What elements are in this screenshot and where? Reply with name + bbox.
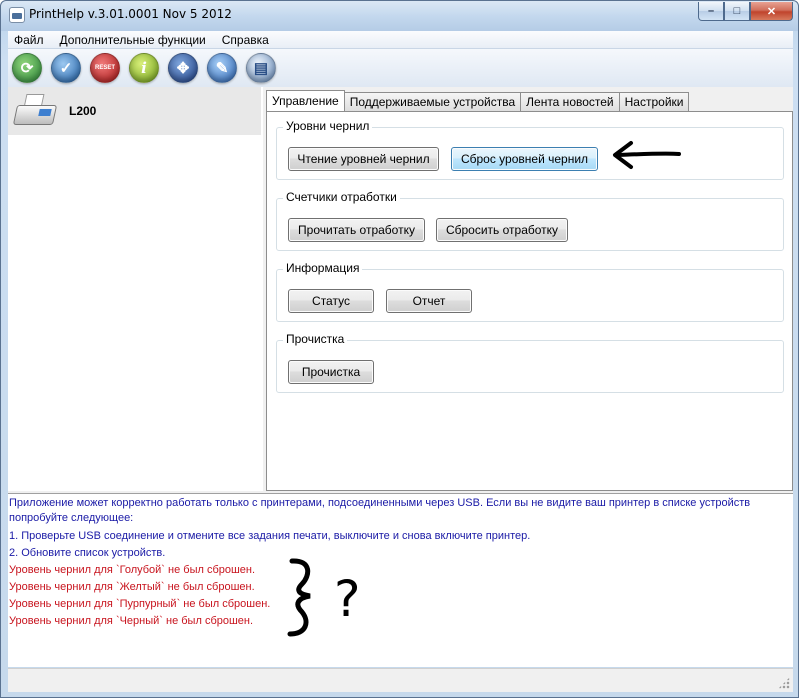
- refresh-icon[interactable]: ⟳: [12, 53, 42, 83]
- book-icon[interactable]: ▤: [246, 53, 276, 83]
- window-title: PrintHelp v.3.01.0001 Nov 5 2012: [29, 7, 232, 21]
- tabs-area: Управление Поддерживаемые устройства Лен…: [266, 90, 793, 491]
- status-bar: [8, 668, 793, 692]
- reset-ink-levels-button[interactable]: Сброс уровней чернил: [451, 147, 598, 171]
- brace-annotation-icon: ?: [287, 558, 361, 637]
- read-ink-levels-button[interactable]: Чтение уровней чернил: [288, 147, 439, 171]
- group-title: Счетчики отработки: [283, 190, 400, 204]
- menu-bar: Файл Дополнительные функции Справка: [8, 31, 793, 49]
- clean-button[interactable]: Прочистка: [288, 360, 374, 384]
- title-bar[interactable]: PrintHelp v.3.01.0001 Nov 5 2012 – □ ✕: [1, 1, 798, 31]
- log-error: Уровень чернил для `Черный` не был сброш…: [9, 615, 254, 627]
- info-icon[interactable]: i: [129, 53, 159, 83]
- tab-supported-devices[interactable]: Поддерживаемые устройства: [343, 92, 522, 111]
- close-button[interactable]: ✕: [750, 2, 793, 21]
- menu-extra-functions[interactable]: Дополнительные функции: [60, 33, 206, 47]
- network-icon[interactable]: ✥: [168, 53, 198, 83]
- group-cleaning: Прочистка Прочистка: [276, 332, 784, 393]
- check-icon[interactable]: ✓: [51, 53, 81, 83]
- maximize-button[interactable]: □: [724, 2, 750, 21]
- log-intro: Приложение может корректно работать толь…: [9, 497, 751, 524]
- window-controls: – □ ✕: [698, 2, 793, 21]
- device-item[interactable]: L200: [8, 87, 261, 135]
- arrow-annotation-icon: [613, 141, 681, 169]
- read-waste-counter-button[interactable]: Прочитать отработку: [288, 218, 425, 242]
- log-error: Уровень чернил для `Пурпурный` не был сб…: [9, 598, 271, 610]
- tab-strip: Управление Поддерживаемые устройства Лен…: [266, 90, 690, 111]
- app-icon: [9, 7, 25, 23]
- tab-panel-control: Уровни чернил Чтение уровней чернил Сбро…: [266, 111, 793, 491]
- reset-waste-counter-button[interactable]: Сбросить отработку: [436, 218, 568, 242]
- group-waste-counters: Счетчики отработки Прочитать отработку С…: [276, 190, 784, 251]
- tab-control[interactable]: Управление: [266, 90, 345, 111]
- group-title: Уровни чернил: [283, 119, 373, 133]
- group-title: Информация: [283, 261, 363, 275]
- app-window: PrintHelp v.3.01.0001 Nov 5 2012 – □ ✕ Ф…: [0, 0, 799, 698]
- log-error: Уровень чернил для `Голубой` не был сбро…: [9, 564, 256, 576]
- client-area: L200 Управление Поддерживаемые устройств…: [8, 87, 793, 667]
- device-name: L200: [69, 104, 97, 118]
- reset-icon[interactable]: RESET: [90, 53, 120, 83]
- log-step-1: 1. Проверьте USB соединение и отмените в…: [9, 530, 531, 542]
- group-information: Информация Статус Отчет: [276, 261, 784, 322]
- tab-news-feed[interactable]: Лента новостей: [520, 92, 620, 111]
- tools-icon[interactable]: ✎: [207, 53, 237, 83]
- report-button[interactable]: Отчет: [386, 289, 472, 313]
- resize-grip-icon[interactable]: [778, 677, 790, 689]
- menu-help[interactable]: Справка: [222, 33, 269, 47]
- group-ink-levels: Уровни чернил Чтение уровней чернил Сбро…: [276, 119, 784, 180]
- printer-icon: [12, 91, 59, 131]
- menu-file[interactable]: Файл: [14, 33, 44, 47]
- toolbar: ⟳ ✓ RESET i ✥ ✎ ▤: [8, 49, 793, 87]
- device-list[interactable]: L200: [8, 87, 263, 491]
- log-panel[interactable]: Приложение может корректно работать толь…: [8, 493, 793, 667]
- question-mark-annotation: ?: [334, 570, 361, 628]
- log-step-2: 2. Обновите список устройств.: [9, 547, 166, 559]
- minimize-button[interactable]: –: [698, 2, 724, 21]
- status-button[interactable]: Статус: [288, 289, 374, 313]
- group-title: Прочистка: [283, 332, 348, 346]
- log-error: Уровень чернил для `Желтый` не был сброш…: [9, 581, 255, 593]
- tab-settings[interactable]: Настройки: [618, 92, 690, 111]
